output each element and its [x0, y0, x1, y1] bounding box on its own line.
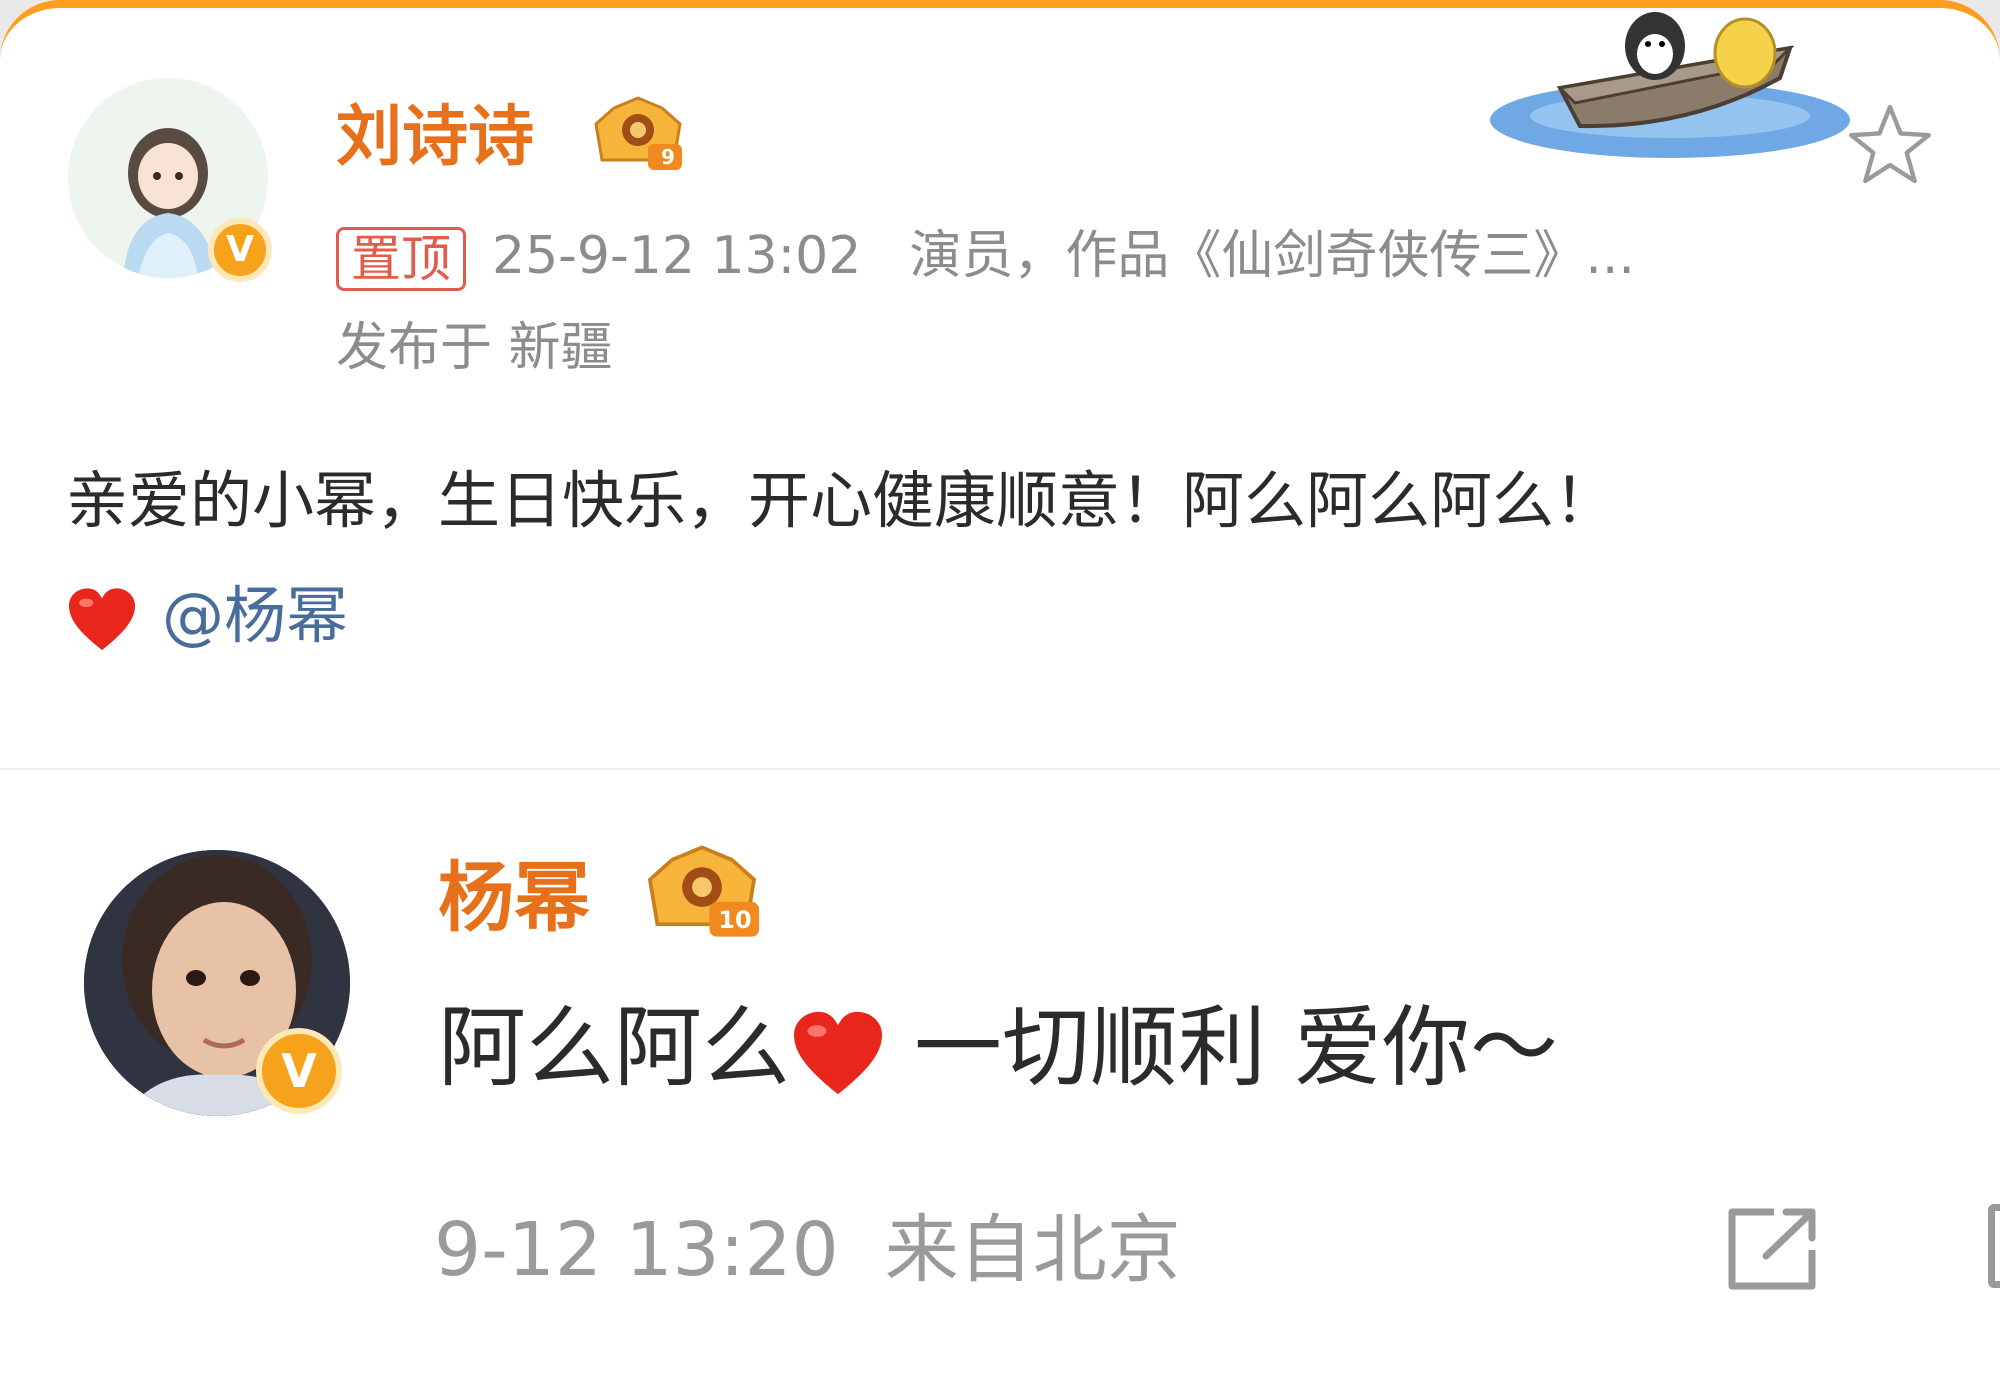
- post-author-name[interactable]: 刘诗诗: [336, 92, 534, 182]
- vip-crown-icon: 9: [588, 94, 688, 174]
- reply-text-before: 阿么阿么: [438, 996, 791, 1099]
- reply-author-name[interactable]: 杨幂: [438, 848, 590, 948]
- post-text: 亲爱的小幂，生日快乐，开心健康顺意！阿么阿么阿么！: [66, 464, 1617, 537]
- reply-text: 阿么阿么 一切顺利 爱你～: [438, 988, 1558, 1108]
- pinned-badge: 置顶: [336, 227, 466, 291]
- star-icon[interactable]: [1846, 100, 1934, 188]
- post-meta: 置顶 25-9-12 13:02 演员，作品《仙剑奇侠传三》...: [336, 222, 1635, 291]
- reply-meta: 9-12 13:20 来自北京: [434, 1204, 1181, 1296]
- reply-timestamp: 9-12 13:20: [434, 1207, 839, 1293]
- weibo-card: V 刘诗诗 9 置顶 25-9-12 13:02 演员，作品《仙剑奇侠传三》... …: [0, 0, 2000, 1394]
- reply-author-avatar[interactable]: V: [84, 850, 350, 1116]
- mention-link[interactable]: @杨幂: [162, 579, 348, 652]
- post-mention-line: @杨幂: [66, 568, 348, 664]
- reply-source: 来自北京: [884, 1207, 1181, 1293]
- reply-text-after: 一切顺利 爱你～: [886, 996, 1558, 1099]
- author-bio: 演员，作品《仙剑奇侠传三》...: [909, 226, 1635, 286]
- heart-emoji: [794, 1011, 883, 1095]
- verified-badge: V: [256, 1028, 342, 1114]
- post-timestamp: 25-9-12 13:02: [492, 226, 862, 286]
- vip-level: 9: [661, 145, 675, 169]
- heart-emoji: [69, 588, 135, 651]
- boat-sticker: [1490, 12, 1850, 158]
- vip-crown-icon: 10: [640, 842, 764, 942]
- post-location: 发布于 新疆: [336, 318, 613, 378]
- post-author-avatar[interactable]: V: [68, 78, 272, 282]
- more-icon[interactable]: [1988, 1204, 2000, 1288]
- vip-level: 10: [718, 906, 752, 934]
- verified-badge: V: [208, 218, 272, 282]
- section-divider: [0, 768, 2000, 770]
- share-icon[interactable]: [1722, 1204, 1822, 1294]
